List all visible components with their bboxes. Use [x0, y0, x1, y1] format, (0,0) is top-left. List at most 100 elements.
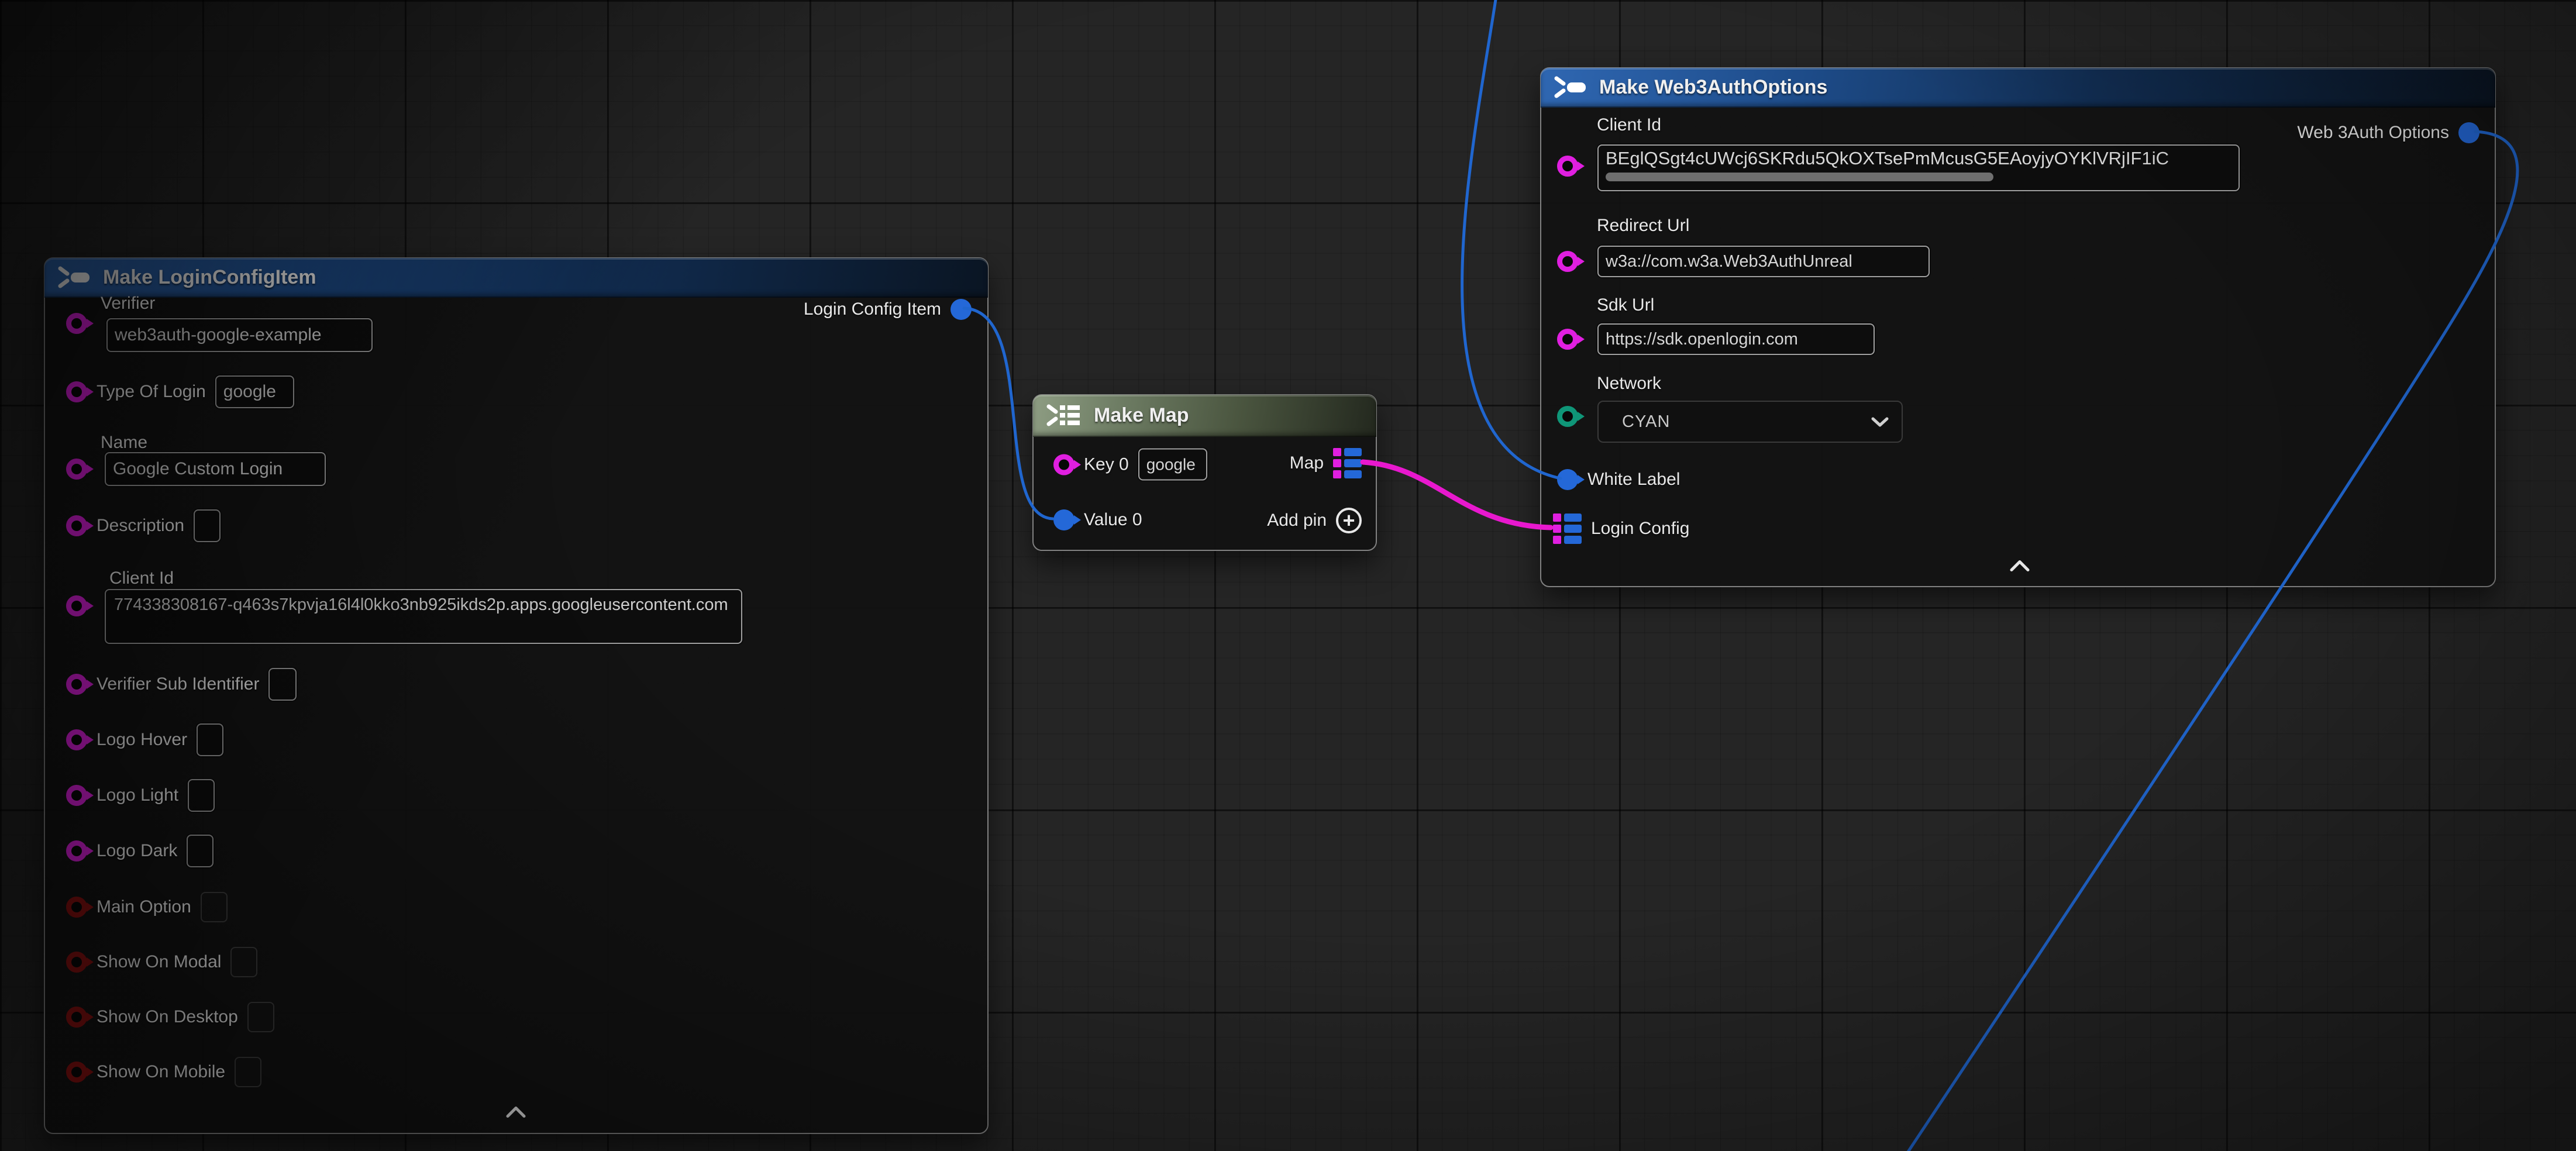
logo-dark-input[interactable]: [187, 835, 213, 867]
collapse-node-chevron-up-icon[interactable]: [505, 1106, 526, 1122]
pin-label-key-0: Key 0: [1084, 454, 1129, 474]
make-map-icon: [1046, 402, 1083, 428]
row-login-config: Login Config: [1553, 514, 1689, 544]
collapse-node-chevron-up-icon[interactable]: [2009, 560, 2030, 576]
row-show-on-mobile: Show On Mobile: [66, 1057, 261, 1087]
row-show-on-modal: Show On Modal: [66, 947, 257, 977]
main-option-checkbox[interactable]: [201, 892, 228, 922]
row-main-option: Main Option: [66, 892, 228, 922]
row-verifier-sub-identifier: Verifier Sub Identifier: [66, 668, 297, 701]
pin-label-login-config-item: Login Config Item: [804, 299, 941, 319]
pin-label-description: Description: [97, 516, 184, 536]
client-id-value: BEglQSgt4cUWcj6SKRdu5QkOXTsePmMcusG5EAoy…: [1606, 148, 2169, 169]
pin-logo-hover-string[interactable]: [66, 729, 87, 750]
add-pin-plus-icon[interactable]: +: [1336, 508, 1362, 533]
pin-logo-light-string[interactable]: [66, 785, 87, 806]
pin-label-logo-hover: Logo Hover: [97, 730, 187, 750]
pin-label-sdk-url: Sdk Url: [1597, 295, 1654, 315]
blueprint-graph-canvas[interactable]: { "colors": { "wire_struct_blue": "#2066…: [0, 0, 2576, 1151]
node-title: Make LoginConfigItem: [103, 266, 316, 289]
pin-redirect-url-string[interactable]: [1557, 251, 1578, 272]
row-white-label: White Label: [1557, 469, 1680, 490]
network-dropdown[interactable]: CYAN: [1597, 401, 1903, 443]
pin-verifier-sub-identifier-string[interactable]: [66, 674, 87, 695]
sdk-url-input[interactable]: https://sdk.openlogin.com: [1597, 323, 1875, 355]
output-row-map: Map: [1290, 448, 1362, 478]
pin-show-on-modal-bool[interactable]: [66, 952, 87, 973]
verifier-input[interactable]: web3auth-google-example: [106, 318, 373, 352]
pin-network-enum[interactable]: [1557, 406, 1578, 427]
chevron-down-icon: [1871, 416, 1889, 427]
pin-main-option-bool[interactable]: [66, 897, 87, 918]
verifier-sub-identifier-input[interactable]: [268, 668, 297, 701]
wire-map-to-login-config[interactable]: [1363, 462, 1551, 528]
pin-map-output-icon[interactable]: [1333, 448, 1362, 478]
pin-label-white-label: White Label: [1587, 470, 1680, 490]
pin-name-string[interactable]: [66, 459, 87, 480]
pin-label-map: Map: [1290, 453, 1324, 473]
row-logo-hover: Logo Hover: [66, 723, 223, 756]
node-make-map[interactable]: Make Map Key 0 google Map Value 0 Add pi…: [1032, 394, 1377, 551]
pin-white-label-struct[interactable]: [1557, 469, 1578, 490]
client-id-input[interactable]: BEglQSgt4cUWcj6SKRdu5QkOXTsePmMcusG5EAoy…: [1597, 144, 2240, 191]
row-logo-light: Logo Light: [66, 779, 215, 812]
pin-label-show-on-modal: Show On Modal: [97, 952, 221, 972]
client-id-input[interactable]: 774338308167-q463s7kpvja16l4l0kko3nb925i…: [105, 589, 742, 644]
pin-client-id-string[interactable]: [1557, 156, 1578, 177]
make-struct-icon: [1554, 74, 1589, 100]
logo-light-input[interactable]: [188, 779, 215, 812]
pin-show-on-mobile-bool[interactable]: [66, 1062, 87, 1083]
row-logo-dark: Logo Dark: [66, 835, 213, 867]
description-input[interactable]: [194, 509, 221, 542]
pin-label-show-on-desktop: Show On Desktop: [97, 1007, 238, 1027]
pin-label-type-of-login: Type Of Login: [97, 382, 206, 402]
pin-login-config-item-output[interactable]: [950, 299, 972, 320]
output-row-web3auth-options: Web 3Auth Options: [2297, 122, 2479, 143]
redirect-url-input[interactable]: w3a://com.w3a.Web3AuthUnreal: [1597, 246, 1930, 277]
row-key-0: Key 0 google: [1053, 449, 1207, 481]
pin-label-client-id: Client Id: [1597, 115, 1661, 135]
type-of-login-input[interactable]: google: [215, 375, 294, 408]
node-make-login-config-item[interactable]: Make LoginConfigItem Verifier web3auth-g…: [44, 257, 989, 1134]
show-on-desktop-checkbox[interactable]: [247, 1002, 274, 1032]
node-header[interactable]: Make Web3AuthOptions: [1541, 68, 2495, 108]
pin-description-string[interactable]: [66, 515, 87, 536]
pin-show-on-desktop-bool[interactable]: [66, 1007, 87, 1028]
pin-value-0-struct[interactable]: [1053, 509, 1075, 530]
pin-label-web3auth-options: Web 3Auth Options: [2297, 123, 2449, 143]
node-title: Make Map: [1094, 404, 1189, 427]
node-title: Make Web3AuthOptions: [1599, 76, 1827, 99]
row-description: Description: [66, 509, 221, 542]
pin-label-verifier-sub-identifier: Verifier Sub Identifier: [97, 674, 259, 694]
pin-sdk-url-string[interactable]: [1557, 329, 1578, 350]
pin-label-client-id: Client Id: [109, 568, 174, 588]
pin-logo-dark-string[interactable]: [66, 840, 87, 861]
pin-login-config-map-icon[interactable]: [1553, 514, 1582, 544]
node-header[interactable]: Make Map: [1033, 395, 1376, 437]
show-on-modal-checkbox[interactable]: [230, 947, 257, 977]
pin-label-login-config: Login Config: [1591, 519, 1689, 539]
pin-label-value-0: Value 0: [1084, 510, 1142, 530]
network-selected-value: CYAN: [1622, 412, 1670, 432]
node-make-web3auth-options[interactable]: Make Web3AuthOptions Client Id BEglQSgt4…: [1540, 67, 2496, 587]
pin-label-show-on-mobile: Show On Mobile: [97, 1062, 225, 1082]
logo-hover-input[interactable]: [197, 723, 223, 756]
pin-type-of-login-string[interactable]: [66, 381, 87, 402]
pin-label-name: Name: [101, 433, 147, 453]
pin-client-id-string[interactable]: [66, 595, 87, 616]
pin-label-redirect-url: Redirect Url: [1597, 216, 1689, 236]
row-value-0: Value 0: [1053, 509, 1142, 530]
pin-web3auth-options-output[interactable]: [2458, 122, 2479, 143]
pin-verifier-string[interactable]: [66, 313, 87, 334]
node-header[interactable]: Make LoginConfigItem: [44, 258, 988, 298]
output-row-login-config-item: Login Config Item: [804, 299, 972, 320]
row-type-of-login: Type Of Login google: [66, 375, 294, 408]
show-on-mobile-checkbox[interactable]: [235, 1057, 261, 1087]
pin-label-main-option: Main Option: [97, 897, 191, 917]
horizontal-scrollbar[interactable]: [1606, 173, 1993, 181]
add-pin-label: Add pin: [1267, 511, 1327, 530]
pin-key-0-string[interactable]: [1053, 454, 1075, 475]
key-0-input[interactable]: google: [1138, 449, 1207, 481]
name-input[interactable]: Google Custom Login: [105, 452, 326, 486]
pin-label-network: Network: [1597, 374, 1661, 394]
